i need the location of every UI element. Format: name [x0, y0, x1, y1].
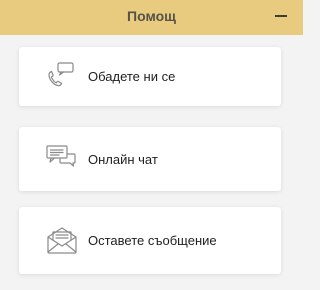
- leave-message-option[interactable]: Оставете съобщение: [19, 207, 281, 274]
- phone-chat-icon: [45, 58, 79, 92]
- minus-icon: [275, 15, 287, 17]
- online-chat-label: Онлайн чат: [88, 151, 158, 167]
- help-panel-header: Помощ: [0, 0, 303, 35]
- panel-title: Помощ: [127, 8, 176, 24]
- call-us-label: Обадете ни се: [88, 69, 176, 84]
- online-chat-option[interactable]: Онлайн чат: [19, 127, 281, 191]
- envelope-icon: [45, 224, 79, 258]
- chat-bubbles-icon: [45, 142, 79, 176]
- collapse-button[interactable]: [273, 8, 291, 24]
- leave-message-label: Оставете съобщение: [88, 233, 217, 248]
- call-us-option[interactable]: Обадете ни се: [19, 47, 281, 106]
